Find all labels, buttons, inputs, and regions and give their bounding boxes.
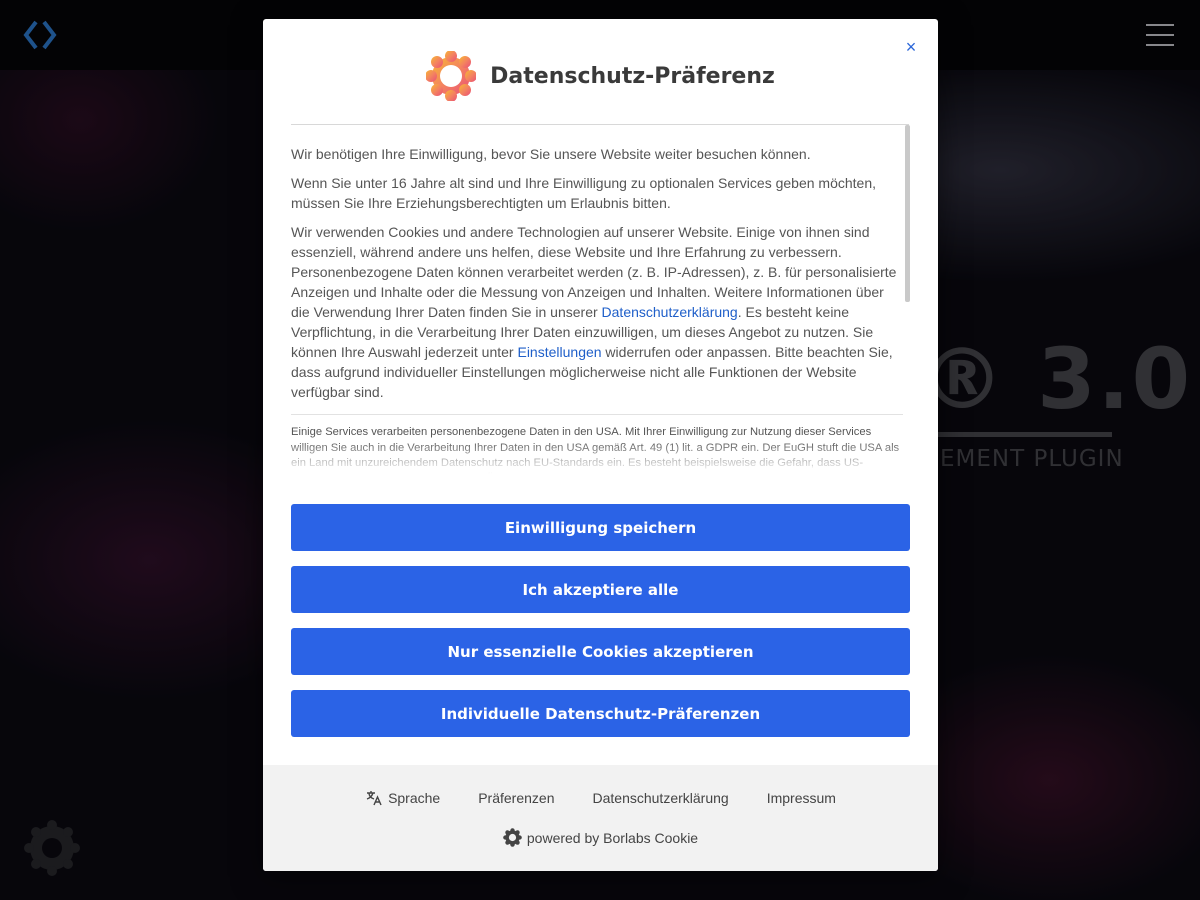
borlabs-cookie-icon xyxy=(503,828,522,847)
individual-preferences-button[interactable]: Individuelle Datenschutz-Präferenzen xyxy=(291,690,910,737)
accept-essential-button[interactable]: Nur essenzielle Cookies akzeptieren xyxy=(291,628,910,675)
intro-paragraph-1: Wir benötigen Ihre Einwilligung, bevor S… xyxy=(291,146,811,162)
consent-text: Wir benötigen Ihre Einwilligung, bevor S… xyxy=(291,125,903,480)
borlabs-cookie-logo-icon xyxy=(426,51,477,101)
scrollbar-thumb[interactable] xyxy=(905,125,910,302)
intro-paragraph-2: Wenn Sie unter 16 Jahre alt sind und Ihr… xyxy=(291,175,876,211)
accept-all-button[interactable]: Ich akzeptiere alle xyxy=(291,566,910,613)
footer-links: Sprache Präferenzen Datenschutzerklärung… xyxy=(263,789,938,807)
dialog-footer: Sprache Präferenzen Datenschutzerklärung… xyxy=(263,765,938,871)
intro-paragraph-3: Wir verwenden Cookies und andere Technol… xyxy=(291,222,903,402)
preferences-link[interactable]: Präferenzen xyxy=(478,790,554,806)
privacy-policy-link[interactable]: Datenschutzerklärung xyxy=(602,304,738,320)
save-consent-button[interactable]: Einwilligung speichern xyxy=(291,504,910,551)
dialog-title: Datenschutz-Präferenz xyxy=(490,63,775,89)
divider xyxy=(291,414,903,415)
scroll-fade xyxy=(291,440,910,480)
imprint-link[interactable]: Impressum xyxy=(767,790,836,806)
powered-by[interactable]: powered by Borlabs Cookie xyxy=(263,828,938,847)
privacy-policy-footer-link[interactable]: Datenschutzerklärung xyxy=(593,790,729,806)
privacy-dialog: × Datenschutz-Präferenz Wir benötigen Ih… xyxy=(263,19,938,871)
language-label: Sprache xyxy=(388,790,441,806)
translate-icon xyxy=(366,791,382,806)
settings-link[interactable]: Einstellungen xyxy=(517,344,601,360)
consent-text-scroll-area[interactable]: Wir benötigen Ihre Einwilligung, bevor S… xyxy=(291,125,910,480)
powered-by-label: powered by Borlabs Cookie xyxy=(526,829,699,846)
dialog-header: Datenschutz-Präferenz xyxy=(263,49,938,103)
language-selector[interactable]: Sprache xyxy=(365,789,440,807)
